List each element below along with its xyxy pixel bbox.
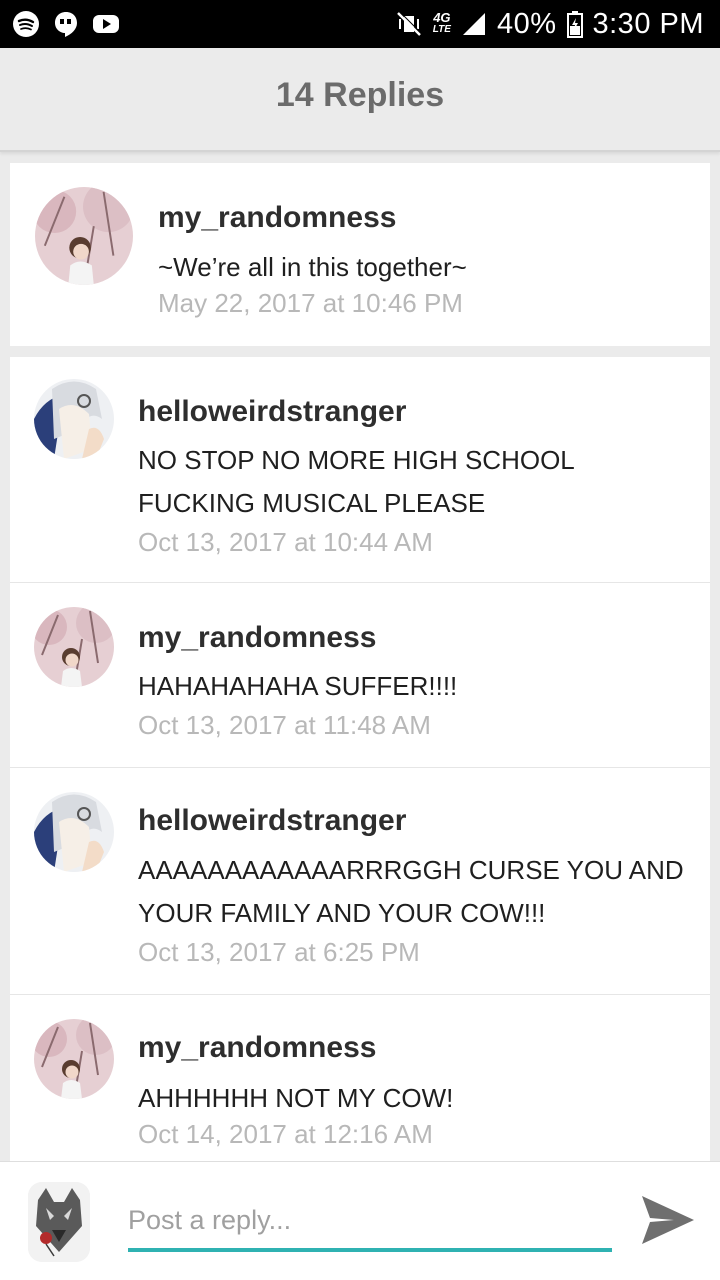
post-text: ~We’re all in this together~ xyxy=(158,252,467,282)
spotify-icon xyxy=(13,11,39,37)
avatar-image xyxy=(28,1182,90,1262)
original-post: my_randomness ~We’re all in this togethe… xyxy=(10,163,710,346)
reply-item: my_randomness AHHHHHH NOT MY COW! Oct 14… xyxy=(10,995,710,1161)
battery-icon xyxy=(566,11,583,38)
battery-percent: 40% xyxy=(496,7,557,40)
avatar-image xyxy=(35,187,133,285)
avatar-helloweirdstranger[interactable] xyxy=(34,379,114,459)
hangouts-icon xyxy=(55,12,77,37)
avatar-image xyxy=(34,792,114,872)
reply-composer xyxy=(0,1161,720,1280)
post-username[interactable]: my_randomness xyxy=(158,201,396,235)
reply-text-line: YOUR FAMILY AND YOUR COW!!! xyxy=(138,898,546,928)
current-user-avatar[interactable] xyxy=(28,1182,90,1262)
page-title: 14 Replies xyxy=(275,76,445,114)
reply-item: helloweirdstranger AAAAAAAAAAAARRRGGH CU… xyxy=(10,768,710,995)
avatar-image xyxy=(34,1019,114,1099)
network-type-indicator: 4G LTE xyxy=(432,10,451,35)
reply-timestamp: Oct 13, 2017 at 6:25 PM xyxy=(138,937,420,967)
avatar-helloweirdstranger[interactable] xyxy=(34,792,114,872)
avatar-image xyxy=(34,607,114,687)
reply-item: my_randomness HAHAHAHAHA SUFFER!!!! Oct … xyxy=(10,583,710,768)
reply-username[interactable]: my_randomness xyxy=(138,621,376,655)
post-timestamp: May 22, 2017 at 10:46 PM xyxy=(158,288,463,318)
youtube-icon xyxy=(93,15,119,33)
reply-text-line: NO STOP NO MORE HIGH SCHOOL xyxy=(138,445,575,475)
reply-text-line: FUCKING MUSICAL PLEASE xyxy=(138,488,486,518)
vibrate-mute-icon xyxy=(396,11,422,36)
reply-timestamp: Oct 13, 2017 at 10:44 AM xyxy=(138,527,433,557)
reply-timestamp: Oct 14, 2017 at 12:16 AM xyxy=(138,1119,433,1149)
reply-input[interactable] xyxy=(128,1196,612,1252)
reply-username[interactable]: helloweirdstranger xyxy=(138,804,406,838)
signal-icon xyxy=(462,13,485,35)
reply-timestamp: Oct 13, 2017 at 11:48 AM xyxy=(138,710,431,740)
send-icon[interactable] xyxy=(636,1192,700,1248)
reply-text-line: AHHHHHH NOT MY COW! xyxy=(138,1083,454,1113)
header: 14 Replies xyxy=(0,48,720,152)
avatar-image xyxy=(34,379,114,459)
replies-list: helloweirdstranger NO STOP NO MORE HIGH … xyxy=(10,357,710,1161)
avatar-my-randomness[interactable] xyxy=(34,607,114,687)
reply-text-line: AAAAAAAAAAAARRRGGH CURSE YOU AND xyxy=(138,855,684,885)
reply-username[interactable]: helloweirdstranger xyxy=(138,395,406,429)
reply-username[interactable]: my_randomness xyxy=(138,1031,376,1065)
avatar-my-randomness[interactable] xyxy=(35,187,133,285)
avatar-my-randomness[interactable] xyxy=(34,1019,114,1099)
clock: 3:30 PM xyxy=(592,7,704,40)
reply-item: helloweirdstranger NO STOP NO MORE HIGH … xyxy=(10,357,710,583)
reply-text-line: HAHAHAHAHA SUFFER!!!! xyxy=(138,671,458,701)
status-bar: 4G LTE 40% 3:30 PM xyxy=(0,0,720,48)
